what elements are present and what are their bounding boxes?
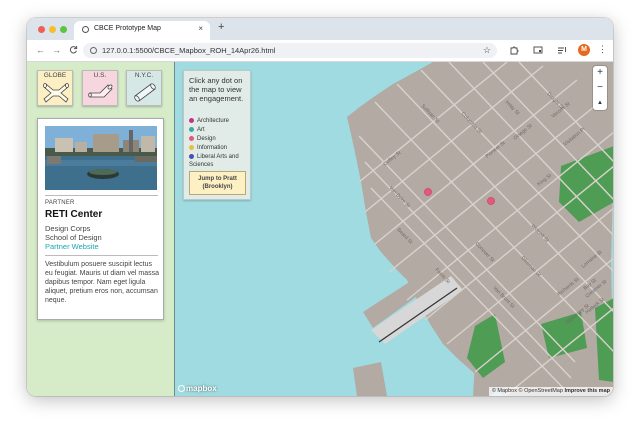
partner-photo bbox=[45, 126, 157, 190]
partner-description: Vestibulum posuere suscipit lectus eu fe… bbox=[45, 261, 159, 304]
card-divider bbox=[45, 195, 158, 196]
address-bar[interactable]: 127.0.0.1:5500/CBCE_Mapbox_ROH_14Apr26.h… bbox=[83, 43, 497, 58]
forward-button[interactable]: → bbox=[52, 45, 61, 55]
window-maximize-button[interactable] bbox=[60, 26, 67, 33]
land-piece bbox=[353, 362, 387, 396]
zoom-out-button[interactable]: − bbox=[593, 81, 607, 95]
bookmark-star-icon[interactable]: ☆ bbox=[483, 45, 491, 56]
scope-us-button[interactable]: U.S. bbox=[82, 70, 118, 106]
browser-toolbar: ← → 127.0.0.1:5500/CBCE_Mapbox_ROH_14Apr… bbox=[27, 40, 613, 62]
scope-nyc-label: N.Y.C. bbox=[134, 72, 154, 79]
window-close-button[interactable] bbox=[38, 26, 45, 33]
us-pipe-icon bbox=[88, 84, 113, 98]
compass-button[interactable]: ▲ bbox=[593, 96, 607, 110]
art-dot-icon bbox=[189, 127, 194, 132]
map-legend: Click any dot on the map to view an enga… bbox=[183, 70, 251, 200]
architecture-dot-icon bbox=[189, 118, 194, 123]
attribution-text[interactable]: © Mapbox © OpenStreetMap bbox=[492, 388, 563, 394]
new-tab-button[interactable]: + bbox=[218, 21, 224, 33]
browser-window: CBCE Prototype Map × + ← → 127.0.0.1:550… bbox=[27, 18, 613, 396]
partner-line-2: School of Design bbox=[45, 233, 102, 242]
map-attribution: © Mapbox © OpenStreetMap Improve this ma… bbox=[488, 387, 613, 396]
card-divider bbox=[45, 255, 158, 256]
information-dot-icon bbox=[189, 145, 194, 150]
url-text[interactable]: 127.0.0.1:5500/CBCE_Mapbox_ROH_14Apr26.h… bbox=[102, 46, 275, 55]
scope-us-label: U.S. bbox=[93, 72, 107, 79]
browser-tab[interactable]: CBCE Prototype Map × bbox=[74, 21, 210, 40]
tab-strip: CBCE Prototype Map × + bbox=[27, 18, 613, 40]
legend-intro: Click any dot on the map to view an enga… bbox=[189, 76, 244, 103]
profile-avatar[interactable]: M bbox=[578, 44, 590, 56]
zoom-in-button[interactable]: + bbox=[593, 66, 607, 80]
back-button[interactable]: ← bbox=[36, 45, 45, 55]
sidebar: GLOBE U.S. N.Y.C. PARTNER RETI Center De… bbox=[27, 62, 174, 396]
scope-nyc-button[interactable]: N.Y.C. bbox=[126, 70, 162, 106]
reading-list-icon[interactable] bbox=[557, 45, 567, 55]
scope-globe-button[interactable]: GLOBE bbox=[37, 70, 73, 106]
legend-item-information[interactable]: Information bbox=[189, 145, 227, 153]
cast-icon[interactable] bbox=[533, 45, 543, 55]
partner-line-1: Design Corps bbox=[45, 224, 91, 233]
legend-item-architecture[interactable]: Architecture bbox=[189, 118, 229, 126]
reload-icon[interactable] bbox=[69, 45, 78, 54]
page-content: GLOBE U.S. N.Y.C. PARTNER RETI Center De… bbox=[27, 62, 613, 396]
partner-website-link[interactable]: Partner Website bbox=[45, 242, 99, 251]
globe-icon bbox=[82, 26, 89, 33]
window-minimize-button[interactable] bbox=[49, 26, 56, 33]
scope-globe-label: GLOBE bbox=[43, 72, 67, 79]
liberal-arts-dot-icon bbox=[189, 154, 194, 159]
engagement-dot[interactable] bbox=[424, 188, 432, 196]
legend-item-design[interactable]: Design bbox=[189, 136, 216, 144]
legend-item-liberal-arts[interactable]: Liberal Arts and Sciences bbox=[189, 154, 249, 169]
nyc-pipe-icon bbox=[134, 83, 156, 102]
design-dot-icon bbox=[189, 136, 194, 141]
partner-name: RETI Center bbox=[45, 209, 103, 220]
card-kicker: PARTNER bbox=[45, 200, 75, 206]
legend-item-art[interactable]: Art bbox=[189, 127, 205, 135]
map-canvas[interactable]: Sullivan St Coffey St Van Dyke St Beard … bbox=[174, 62, 613, 396]
engagement-dot[interactable] bbox=[487, 197, 495, 205]
tab-title: CBCE Prototype Map bbox=[94, 25, 161, 32]
jump-to-pratt-button[interactable]: Jump to Pratt (Brooklyn) bbox=[189, 171, 246, 195]
mapbox-logo[interactable]: mapbox bbox=[178, 384, 217, 393]
extensions-icon[interactable] bbox=[509, 45, 519, 55]
browser-menu-icon[interactable]: ⋮ bbox=[598, 44, 607, 55]
mapbox-logo-icon bbox=[178, 385, 185, 392]
site-info-icon[interactable] bbox=[90, 47, 97, 54]
tab-close-icon[interactable]: × bbox=[198, 24, 203, 33]
globe-pipe-icon bbox=[43, 83, 69, 103]
improve-map-link[interactable]: Improve this map bbox=[564, 388, 610, 394]
map-zoom-controls: + − ▲ bbox=[593, 66, 607, 110]
partner-card: PARTNER RETI Center Design Corps School … bbox=[37, 118, 164, 320]
